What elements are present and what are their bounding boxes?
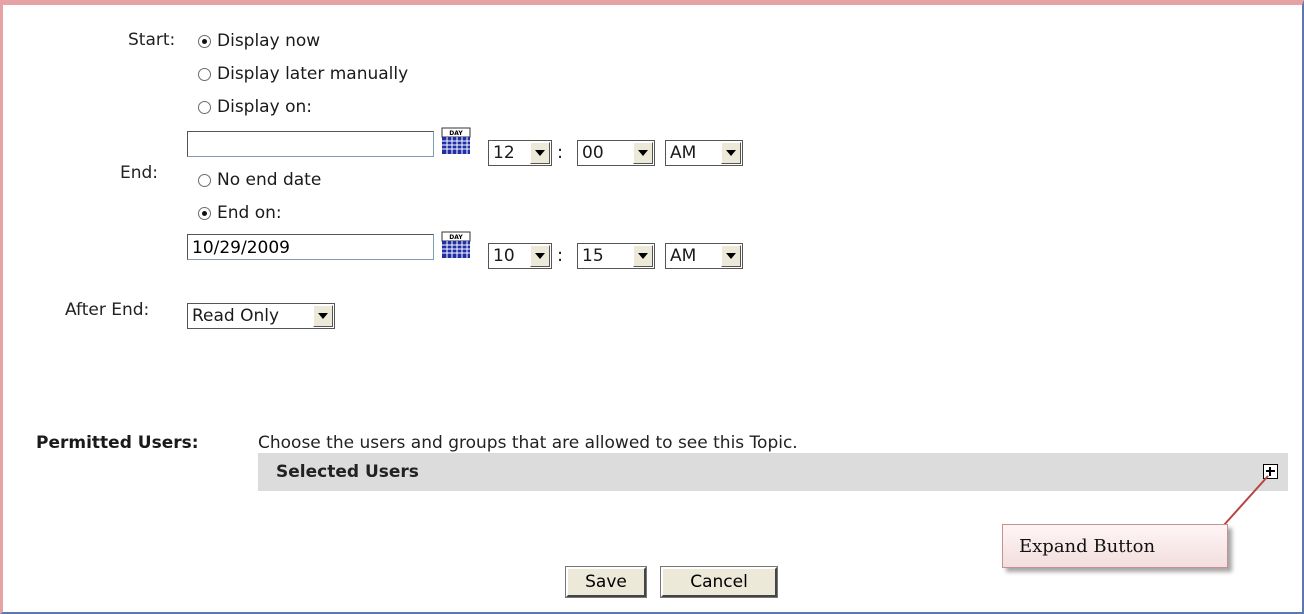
permitted-users-description: Choose the users and groups that are all… — [258, 433, 798, 453]
after-end-select[interactable]: Read Only — [187, 303, 335, 329]
radio-display-now[interactable]: Display now — [198, 30, 320, 52]
end-label: End: — [120, 163, 159, 183]
radio-label: Display on: — [217, 97, 312, 117]
chevron-down-icon[interactable] — [313, 305, 333, 327]
after-end-label: After End: — [65, 300, 150, 320]
select-value: AM — [670, 143, 697, 163]
select-value: 12 — [493, 143, 515, 163]
end-date-input[interactable]: 10/29/2009 — [187, 234, 434, 260]
time-separator: : — [557, 142, 564, 163]
radio-display-on[interactable]: Display on: — [198, 96, 312, 118]
end-ampm-select[interactable]: AM — [665, 243, 743, 269]
chevron-down-icon[interactable] — [721, 142, 741, 164]
calendar-icon[interactable]: DAY — [440, 126, 472, 156]
save-button[interactable]: Save — [565, 566, 647, 598]
select-value: Read Only — [192, 306, 280, 326]
chevron-down-icon[interactable] — [633, 142, 653, 164]
radio-button[interactable] — [198, 173, 211, 187]
radio-no-end-date[interactable]: No end date — [198, 169, 321, 191]
annotation-callout: Expand Button — [1002, 524, 1228, 568]
chevron-down-icon[interactable] — [530, 142, 550, 164]
start-minute-select[interactable]: 00 — [577, 140, 655, 166]
radio-button[interactable] — [198, 67, 211, 81]
radio-label: Display now — [217, 31, 321, 51]
cancel-button[interactable]: Cancel — [660, 566, 778, 598]
svg-text:DAY: DAY — [449, 234, 463, 241]
annotation-text: Expand Button — [1019, 535, 1156, 557]
select-value: 15 — [582, 246, 604, 266]
radio-button[interactable] — [198, 206, 211, 220]
select-value: AM — [670, 246, 697, 266]
permitted-users-label: Permitted Users: — [36, 433, 199, 453]
radio-label: No end date — [217, 170, 322, 190]
chevron-down-icon[interactable] — [530, 245, 550, 267]
start-label: Start: — [128, 30, 176, 50]
selected-users-title: Selected Users — [276, 462, 419, 482]
svg-text:DAY: DAY — [449, 130, 463, 137]
radio-button[interactable] — [198, 34, 211, 48]
radio-display-later[interactable]: Display later manually — [198, 63, 408, 85]
chevron-down-icon[interactable] — [721, 245, 741, 267]
radio-end-on[interactable]: End on: — [198, 202, 282, 224]
chevron-down-icon[interactable] — [633, 245, 653, 267]
radio-label: End on: — [217, 203, 282, 223]
end-hour-select[interactable]: 10 — [488, 243, 552, 269]
radio-label: Display later manually — [217, 64, 409, 84]
start-ampm-select[interactable]: AM — [665, 140, 743, 166]
end-minute-select[interactable]: 15 — [577, 243, 655, 269]
select-value: 00 — [582, 143, 604, 163]
start-date-input[interactable] — [187, 131, 434, 157]
selected-users-panel: Selected Users — [258, 453, 1288, 491]
radio-button[interactable] — [198, 100, 211, 114]
select-value: 10 — [493, 246, 515, 266]
time-separator: : — [557, 245, 564, 266]
start-hour-select[interactable]: 12 — [488, 140, 552, 166]
expand-icon[interactable] — [1263, 464, 1278, 479]
calendar-icon[interactable]: DAY — [440, 230, 472, 260]
